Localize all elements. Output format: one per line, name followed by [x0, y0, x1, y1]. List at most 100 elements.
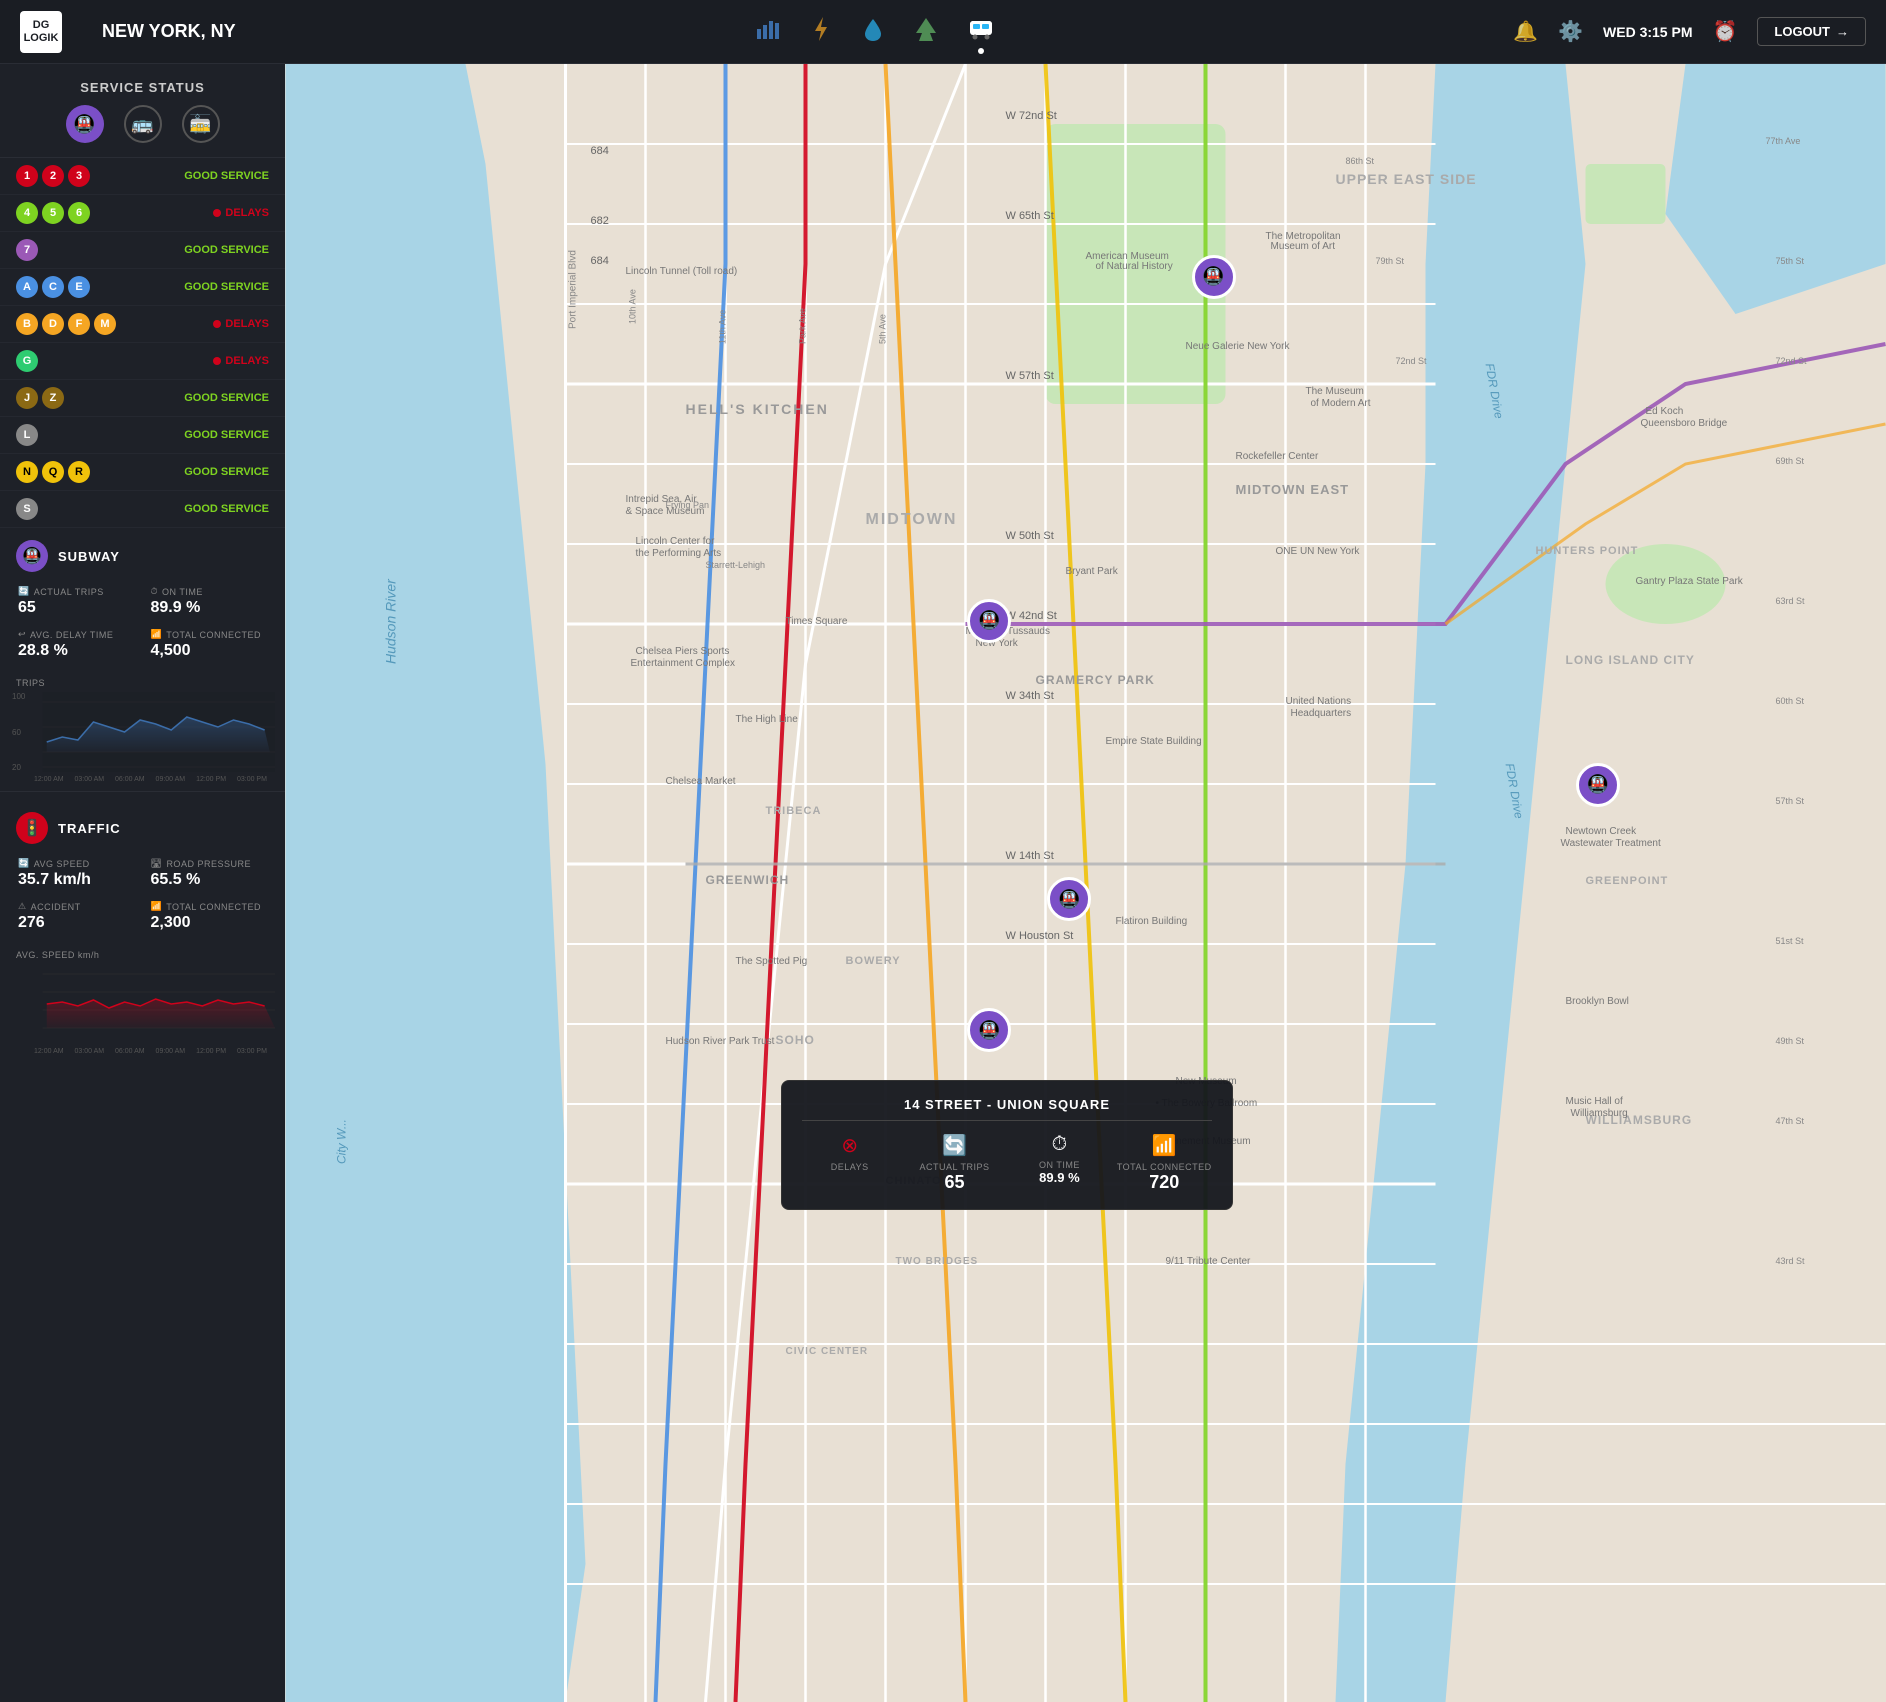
actual-trips-stat: 🔄 ACTUAL TRIPS 65 [10, 580, 143, 623]
delay-dot [213, 357, 221, 365]
svg-text:GREENPOINT: GREENPOINT [1586, 875, 1669, 887]
clock-icon: ⏱ [151, 586, 159, 597]
traffic-chart-area: AVG. SPEED km/h [0, 946, 285, 1055]
svg-text:Park Ave: Park Ave [798, 308, 808, 344]
svg-text:W 42nd St: W 42nd St [1006, 610, 1057, 622]
svg-text:W 65th St: W 65th St [1006, 210, 1054, 222]
svg-text:of Natural History: of Natural History [1096, 261, 1173, 272]
delay-icon: ↩ [18, 629, 26, 640]
svg-text:Gantry Plaza State Park: Gantry Plaza State Park [1636, 576, 1744, 587]
city-name: NEW YORK, NY [102, 21, 236, 42]
rail-type-icon[interactable]: 🚋 [182, 105, 220, 143]
tree-icon[interactable] [915, 17, 937, 47]
service-line-item[interactable]: 7GOOD SERVICE [0, 232, 285, 269]
service-status-text: DELAYS [213, 355, 269, 367]
line-badge-J: J [16, 387, 38, 409]
service-line-item[interactable]: LGOOD SERVICE [0, 417, 285, 454]
svg-text:77th Ave: 77th Ave [1766, 136, 1801, 146]
service-line-item[interactable]: NQRGOOD SERVICE [0, 454, 285, 491]
service-status-text: GOOD SERVICE [184, 503, 269, 515]
road-pressure-value: 65.5 % [151, 871, 268, 889]
svg-text:Flatiron Building: Flatiron Building [1116, 916, 1188, 927]
svg-text:Chelsea Piers Sports: Chelsea Piers Sports [636, 646, 730, 657]
service-line-item[interactable]: BDFMDELAYS [0, 306, 285, 343]
service-line-item[interactable]: GDELAYS [0, 343, 285, 380]
line-badge-C: C [42, 276, 64, 298]
popup-connected-value: 720 [1117, 1172, 1212, 1193]
logout-arrow-icon: → [1836, 24, 1849, 39]
line-badge-Q: Q [42, 461, 64, 483]
settings-icon[interactable]: ⚙️ [1558, 19, 1583, 44]
svg-text:Newtown Creek: Newtown Creek [1566, 826, 1638, 837]
subway-stats-grid: 🔄 ACTUAL TRIPS 65 ⏱ ON TIME 89.9 % ↩ AVG… [0, 580, 285, 674]
svg-text:Neue Galerie New York: Neue Galerie New York [1186, 341, 1291, 352]
svg-text:of Modern Art: of Modern Art [1311, 398, 1371, 409]
line-badge-E: E [68, 276, 90, 298]
popup-ontime-icon: ⏱ [1012, 1133, 1107, 1156]
popup-ontime-label: ON TIME [1012, 1160, 1107, 1170]
section-divider [0, 791, 285, 792]
svg-text:11th Ave: 11th Ave [718, 310, 728, 344]
svg-text:57th St: 57th St [1776, 796, 1805, 806]
water-drop-icon[interactable] [863, 17, 883, 47]
svg-text:72nd St: 72nd St [1776, 356, 1808, 366]
service-line-item[interactable]: ACEGOOD SERVICE [0, 269, 285, 306]
lightning-icon[interactable] [811, 17, 831, 47]
line-badge-6: 6 [68, 202, 90, 224]
svg-text:69th St: 69th St [1776, 456, 1805, 466]
service-line-item[interactable]: SGOOD SERVICE [0, 491, 285, 528]
y-label-20: 20 [12, 763, 25, 772]
service-status-text: GOOD SERVICE [184, 392, 269, 404]
subway-section-header: 🚇 SUBWAY [0, 528, 285, 580]
station-queens[interactable]: 🚇 [1576, 763, 1620, 807]
station-14th[interactable]: 🚇 [967, 1008, 1011, 1052]
svg-text:the Performing Arts: the Performing Arts [636, 548, 722, 559]
road-pressure-stat: 🛣 ROAD PRESSURE 65.5 % [143, 852, 276, 895]
service-type-icons: 🚇 🚌 🚋 [0, 105, 285, 158]
svg-text:51st St: 51st St [1776, 936, 1805, 946]
bus-type-icon[interactable]: 🚌 [124, 105, 162, 143]
speed-chart-x-labels: 12:00 AM 03:00 AM 06:00 AM 09:00 AM 12:0… [10, 1048, 275, 1055]
subway-type-icon[interactable]: 🚇 [66, 105, 104, 143]
line-badge-1: 1 [16, 165, 38, 187]
popup-trips-label: ACTUAL TRIPS [907, 1162, 1002, 1172]
service-line-item[interactable]: 123GOOD SERVICE [0, 158, 285, 195]
popup-trips-icon: 🔄 [907, 1133, 1002, 1158]
service-line-item[interactable]: 456DELAYS [0, 195, 285, 232]
subway-section-icon: 🚇 [16, 540, 48, 572]
traffic-connected-label: 📶 TOTAL CONNECTED [151, 901, 268, 912]
traffic-section-icon: 🚦 [16, 812, 48, 844]
on-time-value: 89.9 % [151, 599, 268, 617]
station-86th[interactable]: 🚇 [1192, 255, 1236, 299]
avg-delay-label: ↩ AVG. DELAY TIME [18, 629, 135, 640]
svg-text:Museum of Art: Museum of Art [1271, 241, 1336, 252]
logout-button[interactable]: LOGOUT → [1757, 17, 1866, 46]
traffic-section-header: 🚦 TRAFFIC [0, 800, 285, 852]
station-23rd[interactable]: 🚇 [1047, 877, 1091, 921]
svg-text:49th St: 49th St [1776, 1036, 1805, 1046]
svg-text:W 72nd St: W 72nd St [1006, 110, 1057, 122]
notification-icon[interactable]: 🔔 [1513, 19, 1538, 44]
map-container[interactable]: W 72nd St W 65th St W 57th St W 50th St … [285, 64, 1886, 1702]
station-times-sq[interactable]: 🚇 [967, 599, 1011, 643]
popup-title: 14 STREET - UNION SQUARE [802, 1097, 1211, 1112]
actual-trips-label: 🔄 ACTUAL TRIPS [18, 586, 135, 597]
svg-text:47th St: 47th St [1776, 1116, 1805, 1126]
logo-text: DGLOGIK [24, 19, 59, 43]
avg-delay-stat: ↩ AVG. DELAY TIME 28.8 % [10, 623, 143, 666]
svg-text:Williamsburg: Williamsburg [1571, 1108, 1628, 1119]
service-line-item[interactable]: JZGOOD SERVICE [0, 380, 285, 417]
popup-ontime-stat: ⏱ ON TIME 89.9 % [1012, 1133, 1107, 1193]
popup-trips-stat: 🔄 ACTUAL TRIPS 65 [907, 1133, 1002, 1193]
alarm-icon[interactable]: ⏰ [1712, 19, 1737, 44]
transit-chart-icon[interactable] [755, 17, 779, 47]
svg-text:BOWERY: BOWERY [846, 955, 901, 967]
subway-chart-area: TRIPS 100 60 20 [0, 674, 285, 783]
svg-text:Hudson River: Hudson River [383, 578, 399, 664]
avg-speed-label: 🔄 AVG SPEED [18, 858, 135, 869]
bus-icon[interactable] [969, 18, 993, 46]
svg-text:Empire State Building: Empire State Building [1106, 736, 1202, 747]
svg-text:HUNTERS POINT: HUNTERS POINT [1536, 545, 1639, 557]
y-label-100: 100 [12, 692, 25, 701]
accident-icon: ⚠ [18, 901, 27, 912]
